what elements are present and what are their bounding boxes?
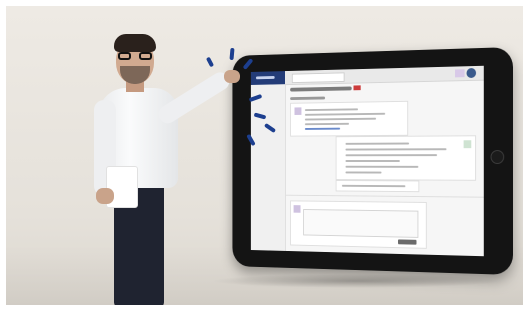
page-title: [290, 86, 352, 92]
text-line: [345, 171, 382, 174]
text-line: [304, 127, 341, 130]
waiter-figure: [76, 28, 240, 305]
trouser-leg: [138, 178, 164, 305]
tablet-screen: [250, 65, 484, 257]
text-line: [304, 108, 359, 112]
tablet: [232, 47, 514, 275]
text-line: [345, 165, 419, 168]
text-line: [304, 122, 350, 126]
user-chip: [455, 69, 465, 78]
message-avatar: [294, 107, 302, 115]
photo-scene: [6, 6, 523, 305]
home-button: [490, 150, 505, 164]
pointing-hand-icon: [224, 70, 240, 83]
avatar: [466, 67, 477, 79]
reply-card: [290, 200, 427, 249]
tablet-shadow: [211, 274, 501, 288]
text-line: [345, 142, 410, 145]
app-topbar: [284, 65, 484, 86]
search-input: [291, 72, 345, 84]
section-heading: [290, 96, 326, 101]
message-avatar: [293, 205, 301, 213]
glasses-icon: [118, 52, 152, 61]
text-line: [341, 184, 406, 188]
status-badge: [353, 85, 361, 91]
reply-input: [303, 209, 419, 238]
text-line: [304, 112, 386, 116]
text-line: [345, 154, 438, 157]
message-avatar: [463, 140, 472, 149]
hair: [114, 34, 156, 52]
text-line: [345, 160, 400, 162]
message-card: [335, 135, 477, 181]
sparkle-mark: [229, 47, 235, 61]
text-line: [304, 117, 377, 121]
left-hand: [96, 188, 114, 204]
send-button: [398, 239, 417, 245]
message-card: [335, 180, 420, 193]
message-card: [290, 100, 409, 137]
text-line: [345, 148, 447, 151]
app-logo: [250, 71, 285, 85]
divider: [284, 194, 484, 198]
